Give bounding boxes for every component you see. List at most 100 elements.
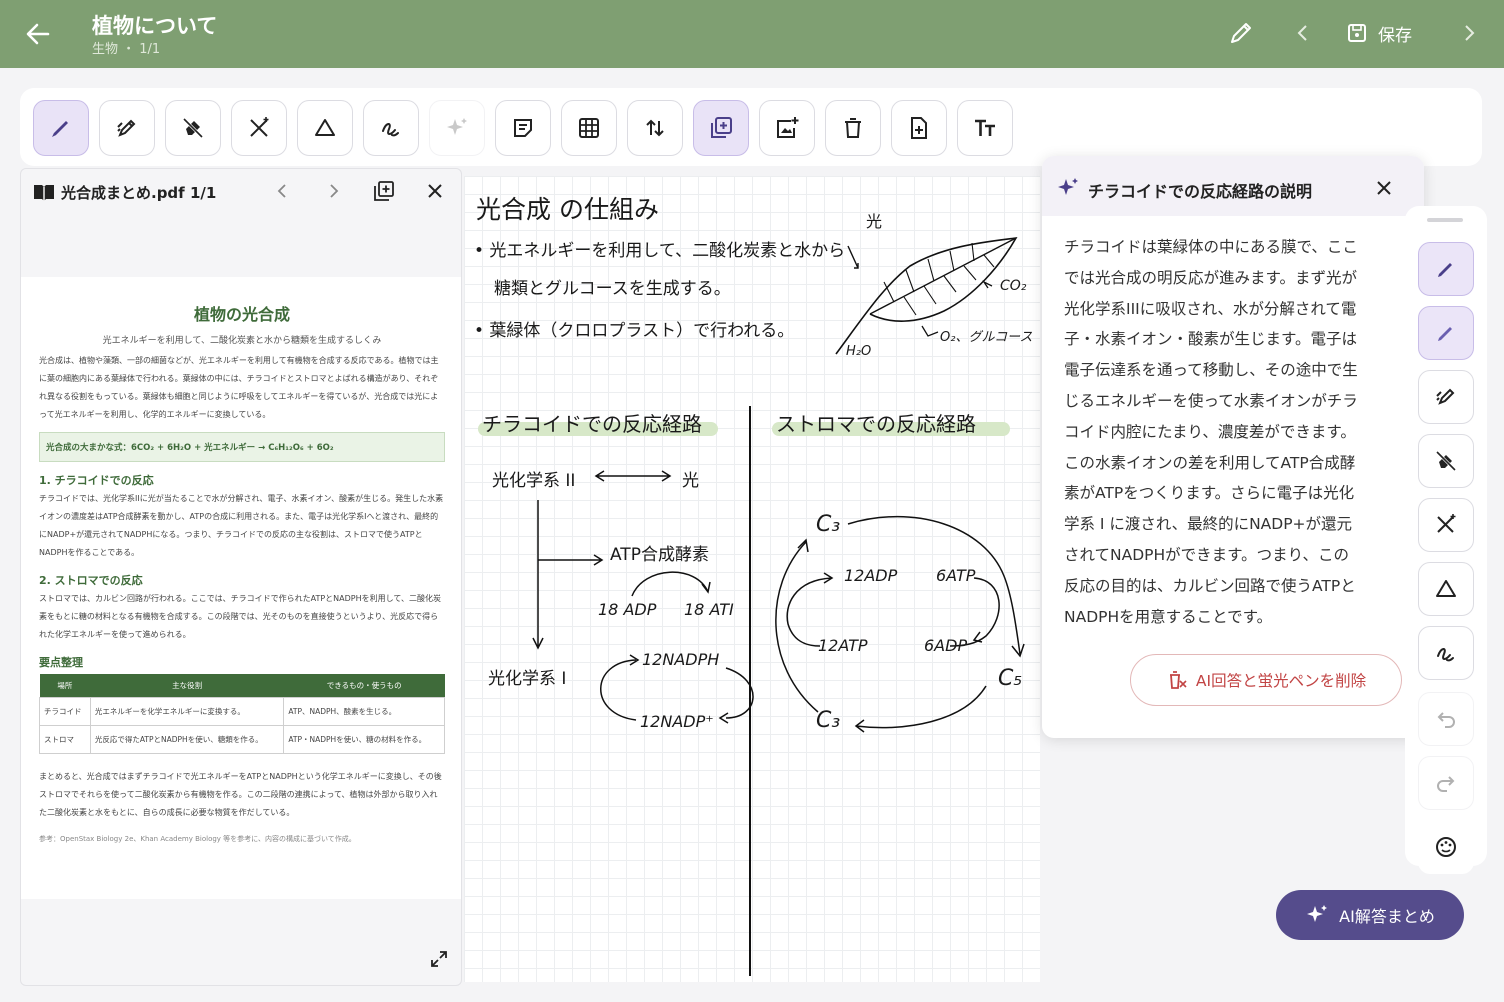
copy-page-icon[interactable]: [373, 180, 395, 202]
sticky-note-button[interactable]: [495, 100, 551, 156]
table-cell: ストロマ: [39, 725, 91, 754]
doc-section-2-text: ストロマでは、カルビン回路が行われる。ここでは、チラコイドで作られたATPとNA…: [39, 594, 441, 639]
close-pdf-icon[interactable]: [425, 181, 445, 201]
save-icon: [1348, 24, 1366, 42]
pdf-page-count: 1/1: [189, 184, 217, 202]
pdf-prev-icon[interactable]: [273, 181, 293, 201]
doc-conclusion: まとめると、光合成ではまずチラコイドで光エネルギーをATPとNADPHという化学…: [39, 772, 442, 817]
lasso-tool-button[interactable]: [231, 100, 287, 156]
book-icon: [34, 185, 54, 201]
rail-highlighter-button[interactable]: [1418, 370, 1474, 424]
table-tool-button[interactable]: [561, 100, 617, 156]
atp-synthase-label: ATP合成酵素: [610, 545, 709, 565]
adp-18-label: 18 ADP: [598, 600, 657, 619]
rail-shape-button[interactable]: [1418, 562, 1474, 616]
file-add-icon: [911, 117, 927, 139]
rail-pen-button[interactable]: [1418, 242, 1474, 296]
pen-tool-button[interactable]: [33, 100, 89, 156]
ai-line: では光合成の明反応が進みます。まず光が: [1064, 268, 1357, 287]
canvas-bullet-2: • 葉緑体（クロロプラスト）で行われる。: [474, 321, 795, 341]
chevron-left-icon[interactable]: [1288, 18, 1318, 48]
pdf-filename-text: 光合成まとめ.pdf: [61, 184, 185, 202]
canvas-bullet-1-line-1: • 光エネルギーを利用して、二酸化炭素と水から: [474, 241, 846, 261]
doc-summary-table: 場所 主な役割 できるもの・使うもの チラコイド 光エネルギーを化学エネルギーに…: [39, 674, 445, 754]
tool-toolbar: [20, 88, 1482, 166]
rail-scribble-button[interactable]: [1418, 626, 1474, 680]
add-page-button[interactable]: [693, 100, 749, 156]
expand-icon[interactable]: [429, 949, 449, 969]
add-image-button[interactable]: [759, 100, 815, 156]
ai-summary-button[interactable]: AI解答まとめ: [1276, 890, 1464, 940]
doc-formula: 光合成の大まかな式：6CO₂ + 6H₂O + 光エネルギー → C₆H₁₂O₆…: [39, 432, 445, 462]
sort-tool-button[interactable]: [627, 100, 683, 156]
leaf-light-label: 光: [866, 212, 883, 231]
scribble-icon: [382, 123, 399, 137]
table-icon: [579, 118, 599, 138]
chevron-right-icon[interactable]: [1454, 18, 1484, 48]
delete-button[interactable]: [825, 100, 881, 156]
ai-line: 電子伝達系を通って移動し、その途中で生: [1064, 361, 1358, 380]
atp-6-label: 6ATP: [936, 566, 976, 585]
doc-section-1-text: チラコイドでは、光化学系IIに光が当たることで水が分解され、電子、水素イオン、酸…: [39, 494, 444, 557]
scribble-tool-button[interactable]: [363, 100, 419, 156]
rail-palette-button[interactable]: [1418, 820, 1474, 874]
rail-eraser-button[interactable]: [1418, 434, 1474, 488]
save-button[interactable]: 保存: [1346, 18, 1412, 48]
ai-summary-label: AI解答まとめ: [1339, 907, 1435, 926]
ai-explanation-panel: チラコイドでの反応経路の説明 チラコイドは葉緑体の中にある膜で、ここ では光合成…: [1042, 156, 1424, 738]
pdf-next-icon[interactable]: [323, 181, 343, 201]
stroma-heading: ストロマでの反応経路: [776, 412, 976, 436]
scribble-icon: [1437, 648, 1454, 662]
eraser-off-icon: [1435, 450, 1457, 472]
thylakoid-heading: チラコイドでの反応経路: [482, 412, 702, 436]
rail-marker-button[interactable]: [1418, 306, 1474, 360]
add-file-button[interactable]: [891, 100, 947, 156]
calvin-cycle-diagram: [775, 515, 1025, 733]
close-ai-panel-icon[interactable]: [1374, 178, 1394, 198]
ai-sparkle-button[interactable]: [429, 100, 485, 156]
ai-line: されてNADPHができます。つまり、この: [1064, 545, 1350, 564]
table-cell: ATP・NADPHを使い、糖の材料を作る。: [283, 725, 445, 754]
leaf-h2o-label: H₂O: [846, 344, 872, 359]
right-tool-rail: [1405, 206, 1487, 874]
pen-icon: [1438, 263, 1452, 277]
adp-12-label: 12ADP: [844, 566, 898, 585]
text-tool-button[interactable]: [957, 100, 1013, 156]
rail-drag-handle[interactable]: [1427, 218, 1463, 222]
c3-top-label: C₃: [816, 512, 841, 537]
shape-tool-button[interactable]: [297, 100, 353, 156]
ai-line: NADPHを用意することです。: [1064, 607, 1273, 626]
delete-ai-answer-button[interactable]: AI回答と蛍光ペンを削除: [1130, 654, 1402, 706]
highlighter-icon: [1436, 388, 1455, 405]
sparkle-icon: [1307, 905, 1328, 922]
table-header: 主な役割: [90, 674, 284, 698]
canvas-bullet-1-line-2: 糖類とグルコースを生成する。: [494, 279, 731, 299]
save-label: 保存: [1378, 25, 1412, 46]
rail-undo-button[interactable]: [1418, 692, 1474, 746]
sparkle-icon: [447, 118, 467, 135]
pen-icon: [52, 121, 68, 137]
rail-redo-button[interactable]: [1418, 756, 1474, 810]
photosystem-1-label: 光化学系 I: [488, 669, 567, 689]
doc-summary-title: 要点整理: [39, 656, 83, 669]
triangle-icon: [315, 119, 335, 136]
trash-icon: [845, 118, 861, 138]
app-header: 植物について 生物 ・ 1/1 保存: [0, 0, 1504, 68]
doc-subtitle: 光エネルギーを利用して、二酸化炭素と水から糖類を生成するしくみ: [102, 336, 382, 346]
ai-line: 反応の目的は、カルビン回路で使うATPと: [1064, 576, 1356, 595]
c5-label: C₅: [998, 666, 1023, 691]
note-canvas[interactable]: 光合成 の仕組み • 光エネルギーを利用して、二酸化炭素と水から 糖類とグルコー…: [464, 176, 1040, 982]
highlighter-icon: [117, 119, 136, 137]
swap-vertical-icon: [646, 119, 664, 137]
pen-edit-icon[interactable]: [1226, 18, 1256, 48]
light-label: 光: [682, 471, 699, 491]
pdf-page: 植物の光合成 光エネルギーを利用して、二酸化炭素と水から糖類を生成するしくみ 光…: [21, 277, 461, 899]
doc-section-1-title: 1. チラコイドでの反応: [39, 474, 154, 487]
doc-intro: 光合成は、植物や藻類、一部の細菌などが、光エネルギーを利用して有機物を合成する反…: [39, 356, 439, 419]
back-arrow-icon[interactable]: [22, 18, 54, 50]
undo-icon: [1437, 712, 1455, 728]
ai-line: 光化学系IIIに吸収され、水が分解されて電: [1064, 299, 1357, 318]
eraser-tool-button[interactable]: [165, 100, 221, 156]
rail-lasso-button[interactable]: [1418, 498, 1474, 552]
highlighter-tool-button[interactable]: [99, 100, 155, 156]
